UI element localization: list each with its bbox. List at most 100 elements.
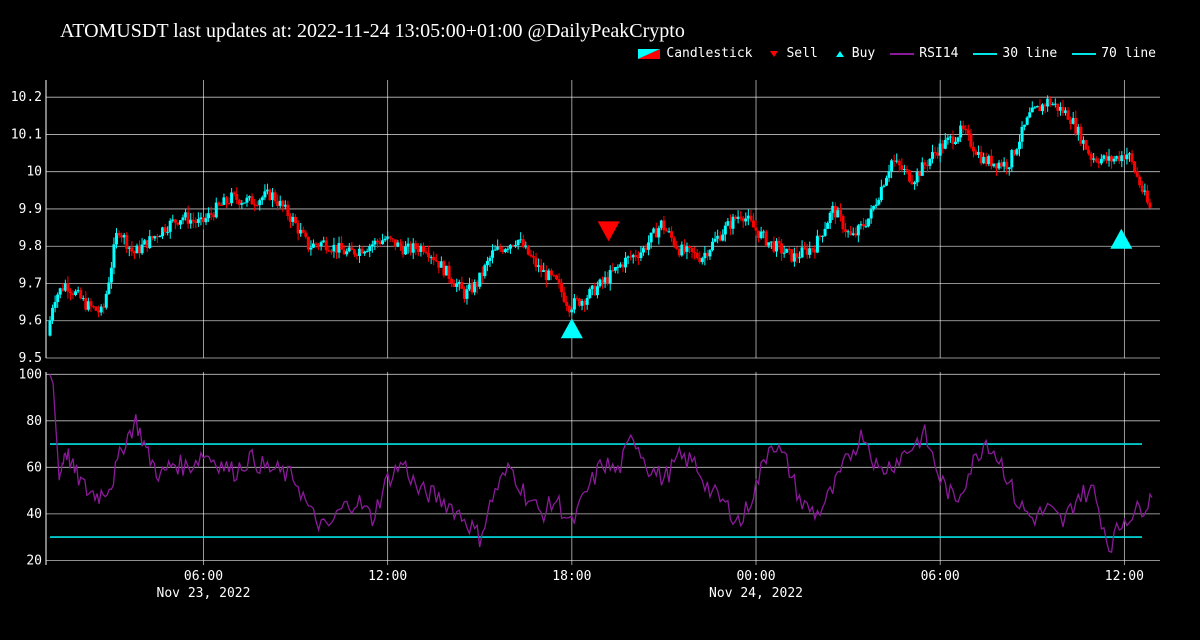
candle-down <box>281 200 285 207</box>
candle-down <box>567 305 571 313</box>
candle-up <box>381 240 385 245</box>
candle-up <box>107 282 111 294</box>
candle-down <box>695 252 699 258</box>
candle-up <box>396 242 400 247</box>
candle-down <box>130 247 134 252</box>
candle-up <box>207 213 211 219</box>
candle-up <box>631 254 635 258</box>
candle-up <box>667 231 671 233</box>
candle-down <box>94 306 98 311</box>
candle-up <box>1030 107 1034 113</box>
candle-down <box>969 133 973 147</box>
candle-up <box>867 218 871 227</box>
candle-up <box>455 283 459 287</box>
candle-up <box>657 227 661 238</box>
candle-down <box>1140 185 1144 192</box>
candle-down <box>790 249 794 262</box>
candle-up <box>122 234 126 238</box>
candle-up <box>1015 149 1019 155</box>
candle-down <box>833 205 837 218</box>
price-tick-label: 10.1 <box>11 127 42 142</box>
candle-up <box>782 252 786 254</box>
candle-down <box>734 216 738 219</box>
candle-down <box>255 204 259 206</box>
candle-down <box>636 257 640 259</box>
candle-up <box>948 136 952 138</box>
candle-down <box>682 244 686 252</box>
candle-down <box>1110 156 1114 162</box>
candle-down <box>253 204 257 206</box>
candle-up <box>109 267 113 283</box>
candle-down <box>675 245 679 249</box>
candle-up <box>1053 103 1057 105</box>
candle-down <box>416 249 420 252</box>
candle-down <box>209 213 213 215</box>
candle-up <box>1051 104 1055 106</box>
candle-down <box>1038 105 1042 112</box>
candle-up <box>488 257 492 261</box>
candle-up <box>828 212 832 224</box>
candle-up <box>311 243 315 248</box>
candle-down <box>460 281 464 289</box>
candle-down <box>434 260 438 262</box>
candle-down <box>818 235 822 237</box>
candle-up <box>902 168 906 170</box>
candle-up <box>836 210 840 218</box>
candle-up <box>856 225 860 236</box>
candle-up <box>337 243 341 253</box>
candle-up <box>465 289 469 299</box>
candle-down <box>923 162 927 166</box>
candle-up <box>808 248 812 255</box>
candle-down <box>521 239 525 248</box>
candle-up <box>547 270 551 281</box>
candle-down <box>549 270 553 276</box>
candle-down <box>219 204 223 206</box>
candle-down <box>120 235 124 238</box>
candle-down <box>749 215 753 221</box>
candle-down <box>327 250 331 252</box>
candle-down <box>739 216 743 218</box>
candle-down <box>288 216 292 222</box>
candle-down <box>71 293 75 295</box>
candle-down <box>951 136 955 145</box>
candle-up <box>181 217 185 221</box>
candle-up <box>798 257 802 259</box>
candle-up <box>1028 112 1032 118</box>
candle-down <box>132 251 136 254</box>
candle-up <box>104 293 108 308</box>
candle-down <box>1089 153 1093 160</box>
candle-up <box>483 265 487 276</box>
candle-up <box>1033 107 1037 109</box>
candle-down <box>554 275 558 280</box>
candle-down <box>971 146 975 152</box>
candle-up <box>938 143 942 156</box>
candle-up <box>874 204 878 206</box>
candle-down <box>1056 103 1060 111</box>
candle-up <box>608 270 612 284</box>
candle-down <box>393 239 397 247</box>
candle-up <box>1076 126 1080 134</box>
candle-up <box>882 185 886 187</box>
candle-up <box>258 200 262 206</box>
candle-down <box>813 249 817 253</box>
candle-up <box>383 238 387 241</box>
candle-up <box>1007 167 1011 170</box>
candle-up <box>365 251 369 253</box>
candle-up <box>240 203 244 205</box>
candle-down <box>334 244 338 253</box>
candle-up <box>245 197 249 203</box>
candle-down <box>84 298 88 310</box>
candle-up <box>1102 155 1106 159</box>
candle-down <box>634 254 638 258</box>
candle-down <box>268 189 272 200</box>
candle-up <box>178 220 182 225</box>
candle-down <box>452 283 456 287</box>
candle-down <box>201 217 205 223</box>
candle-down <box>629 256 633 258</box>
candle-down <box>250 196 254 205</box>
candle-up <box>785 248 789 253</box>
candle-up <box>1023 124 1027 127</box>
chart-area[interactable]: 9.5 9.6 9.7 9.8 9.9 10 10.1 10.2 20 40 60 80 100 06:0… <box>0 0 1200 640</box>
price-tick-label: 10 <box>26 165 42 180</box>
candle-down <box>565 301 569 306</box>
